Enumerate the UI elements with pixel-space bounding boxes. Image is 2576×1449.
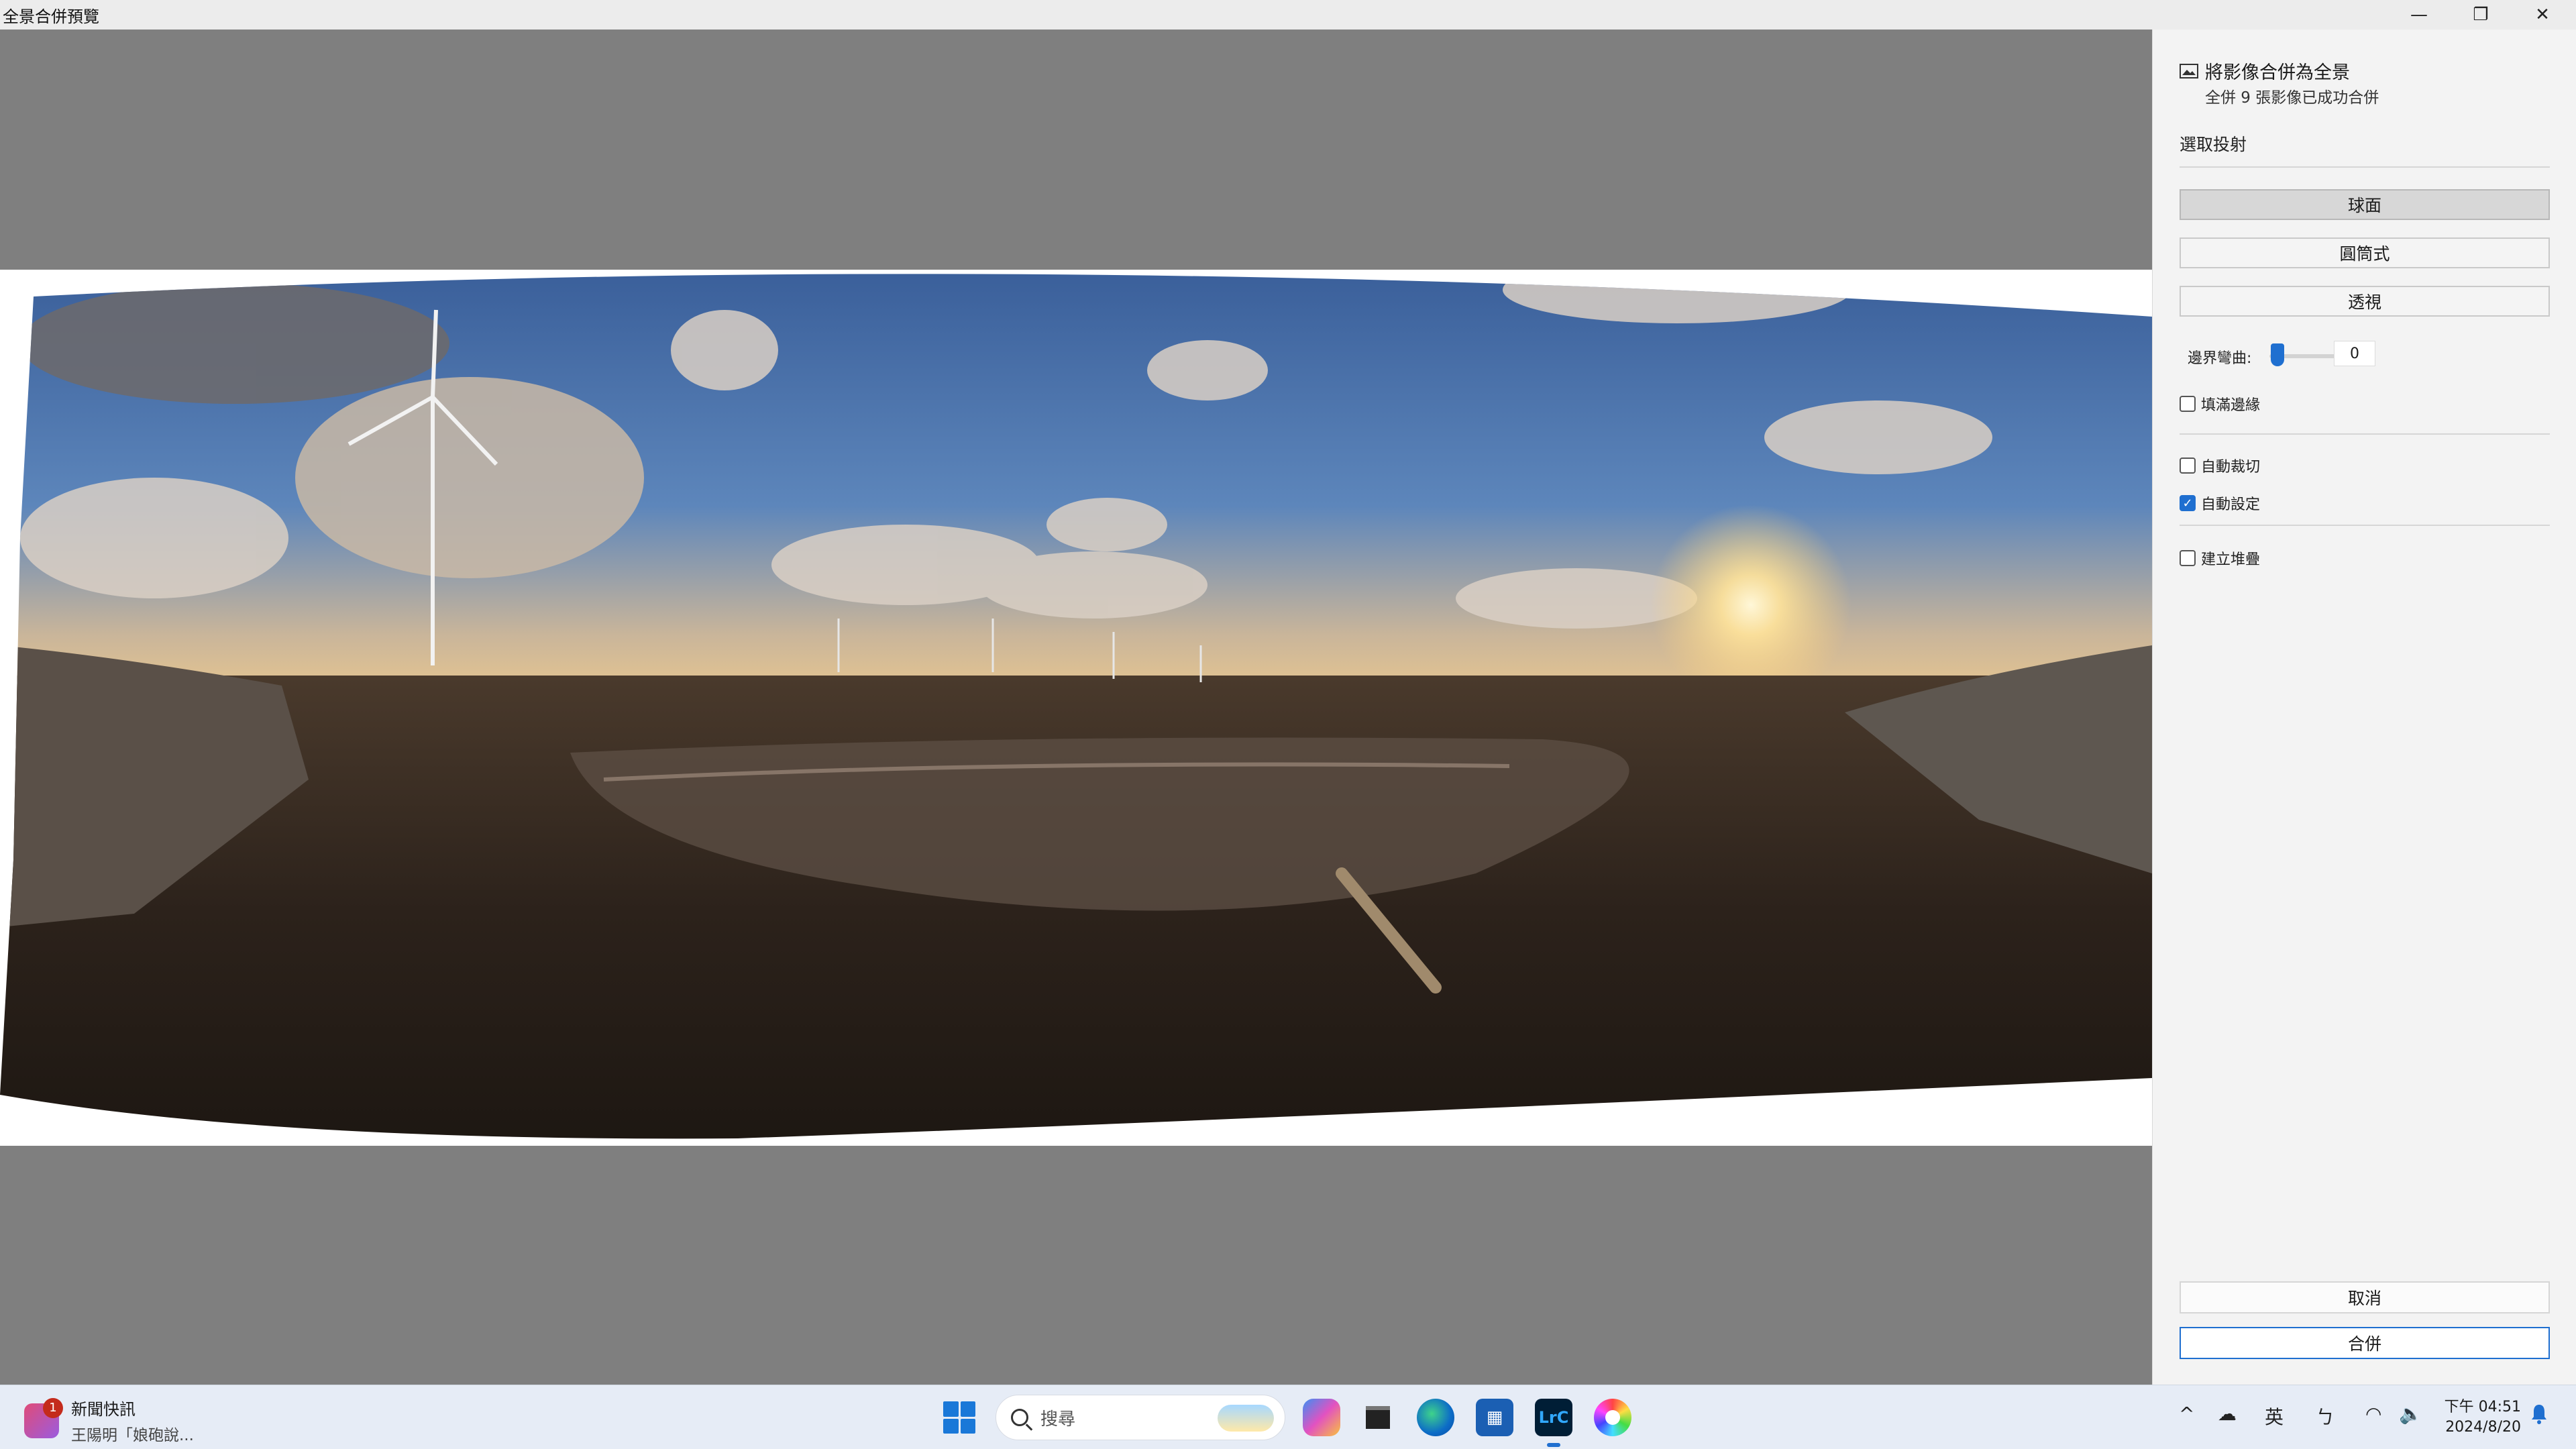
panel-header: 將影像合併為全景 [2180, 58, 2350, 84]
clock-time[interactable]: 下午 04:51 [2438, 1395, 2521, 1416]
title-bar: 全景合併預覽 — ❐ ✕ [0, 0, 2576, 30]
auto-settings-checkbox-row[interactable]: ✓ 自動設定 [2180, 492, 2260, 514]
maximize-button[interactable]: ❐ [2450, 0, 2512, 30]
auto-settings-checkbox[interactable]: ✓ [2180, 495, 2196, 511]
clock-date[interactable]: 2024/8/20 [2438, 1419, 2521, 1436]
boundary-warp-value-field[interactable]: 0 [2334, 341, 2375, 366]
fill-edges-label: 填滿邊緣 [2201, 397, 2261, 414]
taskbar-search[interactable]: 搜尋 [996, 1395, 1285, 1440]
create-stack-checkbox-row[interactable]: 建立堆疊 [2180, 547, 2260, 569]
panorama-preview-area [0, 30, 2152, 1385]
windows-logo-icon [943, 1401, 959, 1417]
volume-icon[interactable]: 🔈 [2399, 1403, 2422, 1425]
close-button[interactable]: ✕ [2512, 0, 2573, 30]
search-icon [1011, 1409, 1028, 1426]
file-explorer-icon[interactable] [1359, 1399, 1397, 1436]
create-stack-checkbox[interactable] [2180, 550, 2196, 566]
fill-edges-checkbox-row[interactable]: 填滿邊緣 [2180, 393, 2260, 415]
merge-button[interactable]: 合併 [2180, 1327, 2550, 1359]
taskbar: 1 新聞快訊 王陽明「娘砲說... 搜尋 ▦ LrC ^ ☁ 英 ㄅ ◠ 🔈 下… [0, 1385, 2576, 1449]
ime-mode-indicator[interactable]: ㄅ [2316, 1403, 2334, 1430]
news-icon: 1 [24, 1397, 63, 1438]
notification-bell-icon[interactable] [2530, 1403, 2548, 1426]
merge-status-text: 全併 9 張影像已成功合併 [2205, 89, 2379, 107]
wifi-icon[interactable]: ◠ [2365, 1403, 2381, 1425]
panorama-image [0, 274, 2152, 1139]
divider [2180, 433, 2550, 435]
search-highlight-icon [1218, 1405, 1274, 1432]
merge-options-panel: 將影像合併為全景 全併 9 張影像已成功合併 選取投射 球面 圓筒式 透視 邊界… [2152, 30, 2576, 1385]
fill-edges-checkbox[interactable] [2180, 396, 2196, 412]
auto-crop-label: 自動裁切 [2201, 459, 2261, 476]
image-icon [2180, 63, 2198, 78]
news-widget[interactable]: 1 新聞快訊 王陽明「娘砲說... [24, 1396, 194, 1445]
notification-badge: 1 [43, 1397, 63, 1418]
spherical-projection-button[interactable]: 球面 [2180, 189, 2550, 220]
news-headline: 王陽明「娘砲說... [71, 1427, 194, 1444]
start-button[interactable] [943, 1401, 975, 1434]
input-language-indicator[interactable]: 英 [2265, 1403, 2284, 1430]
boundary-warp-label: 邊界彎曲: [2188, 350, 2252, 367]
divider [2180, 166, 2550, 168]
minimize-button[interactable]: — [2388, 0, 2450, 30]
copilot-icon[interactable] [1303, 1399, 1340, 1436]
edge-icon[interactable] [1417, 1399, 1454, 1436]
search-placeholder: 搜尋 [1040, 1409, 1076, 1430]
store-icon[interactable]: ▦ [1476, 1399, 1513, 1436]
cylindrical-projection-button[interactable]: 圓筒式 [2180, 237, 2550, 268]
show-hidden-icons-chevron-icon[interactable]: ^ [2179, 1403, 2194, 1425]
divider [2180, 525, 2550, 526]
cancel-button[interactable]: 取消 [2180, 1281, 2550, 1313]
color-wheel-icon[interactable] [1594, 1399, 1631, 1436]
auto-crop-checkbox[interactable] [2180, 458, 2196, 474]
active-app-indicator [1547, 1443, 1560, 1447]
perspective-projection-button[interactable]: 透視 [2180, 286, 2550, 317]
news-title: 新聞快訊 [71, 1400, 136, 1419]
projection-heading: 選取投射 [2180, 135, 2247, 154]
lightroom-classic-icon[interactable]: LrC [1535, 1399, 1572, 1436]
auto-crop-checkbox-row[interactable]: 自動裁切 [2180, 455, 2260, 476]
create-stack-label: 建立堆疊 [2201, 551, 2261, 568]
onedrive-icon[interactable]: ☁ [2218, 1403, 2237, 1425]
window-title: 全景合併預覽 [3, 7, 99, 26]
panel-title: 將影像合併為全景 [2205, 62, 2350, 83]
auto-settings-label: 自動設定 [2201, 496, 2261, 513]
boundary-warp-slider-thumb[interactable] [2271, 343, 2284, 366]
